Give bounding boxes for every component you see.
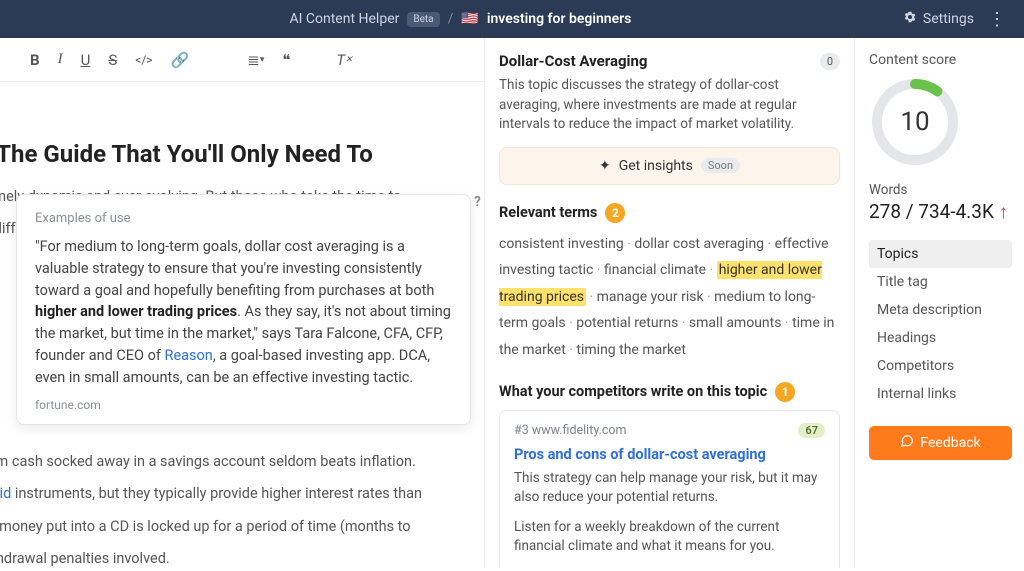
topic-count-badge: 0 — [820, 53, 840, 70]
term-chip[interactable]: consistent investing — [499, 236, 634, 252]
article-para[interactable]: ned from cash socked away in a savings a… — [0, 451, 484, 473]
insights-label: Get insights — [619, 158, 693, 174]
gear-icon — [903, 10, 917, 28]
chat-icon — [900, 434, 914, 452]
competitors-header: What your competitors write on this topi… — [499, 383, 767, 400]
term-chip[interactable]: potential returns — [576, 315, 689, 331]
underline-button[interactable]: U — [81, 51, 91, 69]
beta-badge: Beta — [407, 12, 439, 27]
sidebar-tab[interactable]: Topics — [869, 240, 1012, 268]
chevron-down-icon: ▾ — [260, 55, 265, 65]
app-name: AI Content Helper — [289, 11, 399, 27]
link-liquid[interactable]: liquid — [0, 485, 11, 502]
sidebar-tab[interactable]: Headings — [869, 324, 1012, 352]
term-chip[interactable]: manage your risk — [597, 289, 715, 305]
sidebar-tab[interactable]: Title tag — [869, 268, 1012, 296]
get-insights-button[interactable]: ✦ Get insights Soon — [499, 147, 840, 185]
breadcrumb: AI Content Helper Beta / 🇺🇸 investing fo… — [18, 11, 903, 27]
soon-badge: Soon — [701, 158, 740, 173]
editor-column: B I U S </> 🔗 ≣ ▾ ❝ T✕ ers: The Guide Th… — [0, 38, 485, 568]
settings-button[interactable]: Settings — [903, 10, 974, 28]
words-value: 278 / 734-4.3K ↑ — [869, 200, 1012, 224]
competitor-desc: Listen for a weekly breakdown of the cur… — [514, 518, 825, 557]
article-para[interactable]: arly withdrawal penalties involved. — [0, 548, 484, 570]
editor-toolbar: B I U S </> 🔗 ≣ ▾ ❝ T✕ — [0, 38, 484, 82]
feedback-label: Feedback — [920, 435, 980, 451]
callout-source: fortune.com — [35, 398, 452, 412]
term-chip[interactable]: small amounts — [689, 315, 792, 331]
sparkle-icon: ✦ — [599, 158, 611, 174]
competitors-badge: 1 — [775, 382, 795, 402]
term-chip[interactable]: dollar cost averaging — [634, 236, 774, 252]
score-column: Content score 10 Words 278 / 734-4.3K ↑ … — [855, 38, 1024, 568]
terms-list: consistent investingdollar cost averagin… — [499, 231, 840, 364]
competitor-domain: #3 www.fidelity.com — [514, 423, 627, 438]
sidebar-tabs: TopicsTitle tagMeta descriptionHeadingsC… — [869, 240, 1012, 408]
feedback-button[interactable]: Feedback — [869, 426, 1012, 460]
article-heading[interactable]: ers: The Guide That You'll Only Need To — [0, 140, 484, 168]
article-para[interactable]: ess liquid instruments, but they typical… — [0, 483, 484, 505]
term-chip[interactable]: financial climate — [604, 262, 717, 278]
breadcrumb-separator: / — [448, 11, 454, 27]
competitor-desc: This strategy can help manage your risk,… — [514, 469, 825, 508]
callout-header: Examples of use — [35, 211, 452, 226]
topic-description: This topic discusses the strategy of dol… — [499, 76, 840, 135]
content-score-ring: 10 — [869, 76, 961, 168]
callout-text: "For medium to long-term goals, dollar c… — [35, 236, 452, 388]
italic-button[interactable]: I — [58, 51, 63, 68]
more-menu-icon[interactable]: ⋮ — [988, 9, 1006, 30]
content-score-value: 10 — [869, 76, 961, 168]
help-icon[interactable]: ? — [474, 194, 481, 210]
content-score-label: Content score — [869, 52, 1012, 68]
words-label: Words — [869, 182, 1012, 198]
list-button[interactable]: ≣ ▾ — [247, 51, 264, 69]
clear-format-button[interactable]: T✕ — [336, 51, 352, 69]
arrow-up-icon: ↑ — [999, 200, 1009, 223]
topic-title: Dollar-Cost Averaging — [499, 52, 647, 70]
strike-button[interactable]: S — [108, 51, 117, 69]
sidebar-tab[interactable]: Competitors — [869, 352, 1012, 380]
callout-link[interactable]: Reason — [165, 347, 213, 364]
sidebar-tab[interactable]: Meta description — [869, 296, 1012, 324]
insights-column: Dollar-Cost Averaging 0 This topic discu… — [485, 38, 855, 568]
relevant-terms-header: Relevant terms — [499, 204, 597, 221]
quote-button[interactable]: ❝ — [282, 51, 290, 69]
terms-count-badge: 2 — [605, 203, 625, 223]
settings-label: Settings — [923, 11, 974, 27]
competitor-card[interactable]: #3 www.fidelity.com 67 Pros and cons of … — [499, 410, 840, 568]
link-button[interactable]: 🔗 — [171, 51, 190, 69]
example-callout: Examples of use "For medium to long-term… — [16, 194, 471, 425]
article-para[interactable]: ver, the money put into a CD is locked u… — [0, 516, 484, 538]
top-bar: AI Content Helper Beta / 🇺🇸 investing fo… — [0, 0, 1024, 38]
competitor-score: 67 — [798, 423, 825, 438]
code-button[interactable]: </> — [135, 53, 152, 67]
sidebar-tab[interactable]: Internal links — [869, 380, 1012, 408]
flag-icon: 🇺🇸 — [461, 11, 478, 27]
bold-button[interactable]: B — [30, 51, 40, 69]
term-chip[interactable]: timing the market — [576, 342, 686, 358]
document-title[interactable]: investing for beginners — [487, 11, 632, 27]
competitor-title[interactable]: Pros and cons of dollar-cost averaging — [514, 446, 825, 463]
